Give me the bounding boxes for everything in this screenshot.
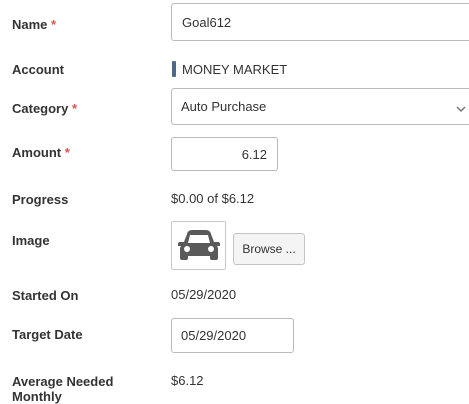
image-label: Image (12, 233, 50, 248)
account-value: MONEY MARKET (182, 62, 288, 77)
amount-input-value: 6.12 (241, 146, 267, 162)
account-label: Account (12, 62, 64, 77)
amount-input[interactable]: 6.12 (171, 137, 278, 171)
progress-value: $0.00 of $6.12 (171, 191, 255, 206)
average-needed-label: Average Needed Monthly (12, 374, 114, 404)
name-input[interactable]: Goal612 (171, 3, 469, 41)
chevron-down-icon (456, 101, 466, 116)
target-date-label: Target Date (12, 327, 83, 342)
started-on-value: 05/29/2020 (171, 287, 237, 302)
required-marker: * (64, 145, 70, 160)
target-date-input-value: 05/29/2020 (181, 328, 247, 343)
required-marker: * (51, 17, 57, 32)
category-select-value: Auto Purchase (181, 99, 267, 114)
amount-label: Amount * (12, 145, 70, 160)
account-color-bar (172, 61, 176, 77)
average-needed-value: $6.12 (171, 373, 204, 388)
goal-image-thumbnail (171, 221, 226, 270)
target-date-input[interactable]: 05/29/2020 (171, 318, 294, 353)
progress-label: Progress (12, 192, 69, 207)
started-on-label: Started On (12, 288, 79, 303)
category-select[interactable]: Auto Purchase (171, 88, 469, 125)
car-icon (176, 228, 222, 269)
name-label: Name * (12, 17, 57, 32)
category-label: Category * (12, 101, 78, 116)
required-marker: * (71, 101, 78, 116)
browse-button[interactable]: Browse ... (233, 233, 305, 265)
name-input-value: Goal612 (182, 14, 232, 30)
